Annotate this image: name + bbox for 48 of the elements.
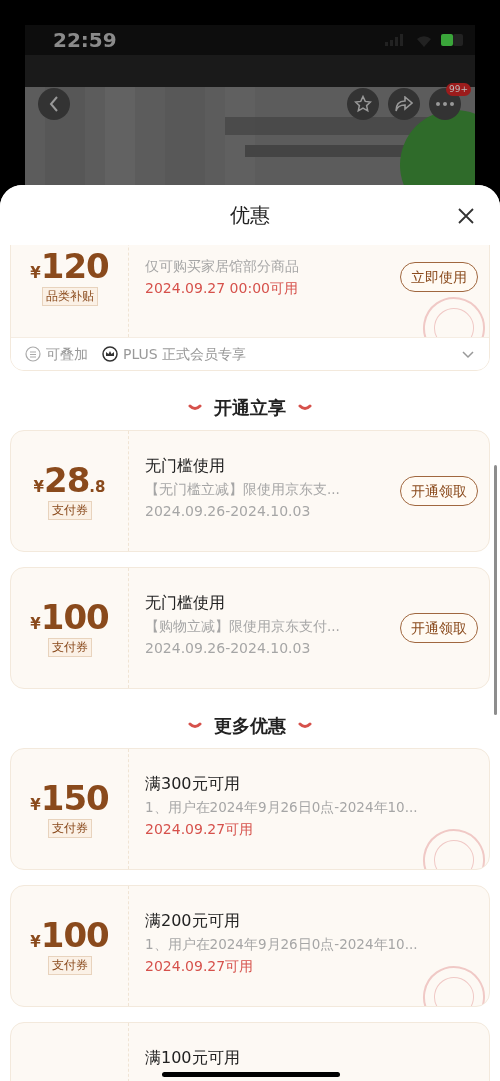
section-title: 更多优惠: [214, 713, 286, 738]
more-icon: [436, 102, 454, 106]
coupon-validity: 2024.09.27 00:00可用: [145, 279, 299, 297]
claim-button[interactable]: 开通领取: [400, 476, 478, 506]
chevron-icon: [188, 402, 202, 412]
coupon-description: 仅可购买家居馆部分商品: [145, 257, 300, 275]
coupon-description: 【购物立减】限使用京东支付...: [145, 617, 341, 635]
back-icon: [48, 96, 60, 112]
coupon-title: 满200元可用: [145, 911, 240, 931]
chevron-icon: [298, 720, 312, 730]
coupon-validity: 2024.09.26-2024.10.03: [145, 639, 312, 657]
coupon-amount: ¥150: [30, 780, 109, 815]
claim-button[interactable]: 开通领取: [400, 613, 478, 643]
expand-button[interactable]: [461, 349, 475, 359]
coupon-amount: ¥100: [30, 917, 109, 952]
coupon-validity: 2024.09.27可用: [145, 820, 255, 838]
coupon-tag: 支付券: [47, 637, 92, 657]
coupon-title: 无门槛使用: [145, 593, 225, 613]
coupon-tag: 支付券: [47, 818, 92, 838]
section-title: 开通立享: [214, 395, 286, 420]
coupon-tag: 支付券: [47, 500, 92, 520]
notification-badge: 99+: [446, 83, 471, 96]
star-icon: [354, 95, 372, 113]
coupon-title: 满100元可用: [145, 1048, 240, 1068]
coupon-validity: 2024.09.26-2024.10.03: [145, 502, 312, 520]
coupon-amount: ¥120: [30, 248, 109, 283]
battery-icon: [441, 34, 465, 46]
coupon-description: 【无门槛立减】限使用京东支...: [145, 480, 341, 498]
chevron-icon: [461, 349, 475, 359]
coupon-tag: 支付券: [47, 955, 92, 975]
claim-button[interactable]: 立即使用: [400, 262, 478, 292]
coupon-title: 无门槛使用: [145, 456, 225, 476]
sheet-title: 优惠: [230, 202, 270, 229]
coupon-validity: 2024.09.27可用: [145, 957, 255, 975]
status-time: 22:59: [53, 30, 117, 50]
share-icon: [395, 96, 413, 112]
coupon-condition: 可叠加: [46, 344, 88, 364]
chevron-icon: [298, 402, 312, 412]
coupon-amount: ¥28.8: [33, 462, 106, 497]
layers-icon: [25, 346, 41, 362]
coupon-description: 1、用户在2024年9月26日0点-2024年10...: [145, 798, 419, 816]
chevron-icon: [188, 720, 202, 730]
coupon-title: 满300元可用: [145, 774, 240, 794]
coupon-tag: 品类补贴: [41, 286, 98, 306]
coupon-condition: PLUS 正式会员专享: [123, 344, 247, 364]
coupon-description: 1、用户在2024年9月26日0点-2024年10...: [145, 935, 419, 953]
coupon-amount: ¥100: [30, 599, 109, 634]
crown-icon: [102, 346, 118, 362]
